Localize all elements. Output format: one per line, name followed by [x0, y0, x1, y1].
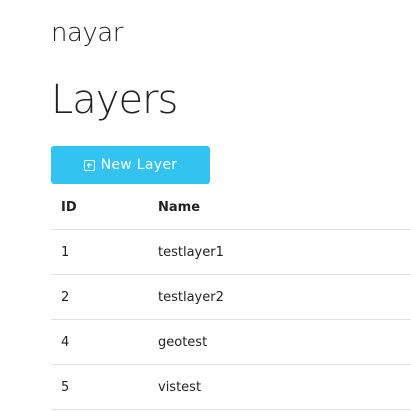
layer-name[interactable]: testlayer1 [141, 229, 411, 275]
layer-name[interactable]: geotest [141, 319, 411, 365]
table-row[interactable]: 2 testlayer2 [51, 274, 411, 320]
layer-name[interactable]: testlayer2 [141, 274, 411, 320]
page-title: Layers [51, 77, 178, 123]
table-row[interactable]: 4 geotest [51, 319, 411, 365]
plus-square-icon [83, 159, 95, 171]
page: nayar Layers New Layer ID Name 1 testlay… [0, 0, 411, 411]
layer-id: 4 [51, 319, 141, 365]
column-header-name: Name [141, 185, 411, 230]
column-header-id: ID [51, 185, 141, 230]
table-header-row: ID Name [51, 185, 411, 230]
new-layer-button-label: New Layer [100, 157, 178, 173]
layer-id: 1 [51, 229, 141, 275]
table-row[interactable]: 1 testlayer1 [51, 229, 411, 275]
layer-id: 2 [51, 274, 141, 320]
table-row[interactable]: 5 vistest [51, 364, 411, 410]
brand-name[interactable]: nayar [51, 18, 123, 49]
layers-table: ID Name 1 testlayer1 2 testlayer2 4 geot… [51, 185, 411, 410]
layer-id: 5 [51, 364, 141, 410]
layer-name[interactable]: vistest [141, 364, 411, 410]
new-layer-button[interactable]: New Layer [51, 146, 210, 184]
